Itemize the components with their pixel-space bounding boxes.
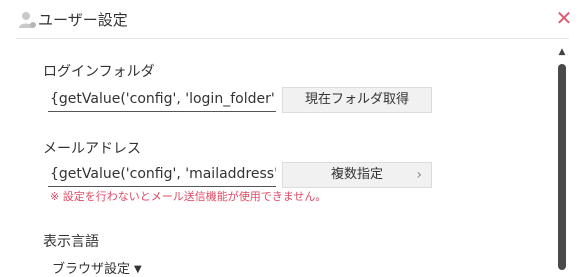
chevron-right-icon: › bbox=[416, 167, 422, 183]
dialog-title: ユーザー設定 bbox=[38, 11, 128, 29]
language-select[interactable]: ブラウザ設定 ▼ bbox=[52, 258, 142, 277]
language-label: 表示言語 bbox=[43, 234, 99, 250]
scrollbar-thumb[interactable] bbox=[558, 64, 566, 270]
mail-warning-text: ※ 設定を行わないとメール送信機能が使用できません。 bbox=[50, 190, 327, 203]
login-folder-input[interactable]: {getValue('config', 'login_folder'} bbox=[48, 88, 276, 112]
multiple-addresses-button[interactable]: 複数指定 › bbox=[282, 162, 432, 188]
mail-address-input[interactable]: {getValue('config', 'mailaddress'} bbox=[48, 163, 276, 187]
mail-address-label: メールアドレス bbox=[43, 141, 141, 157]
get-current-folder-button[interactable]: 現在フォルダ取得 bbox=[282, 87, 432, 113]
user-settings-icon bbox=[18, 10, 38, 30]
scroll-up-arrow[interactable]: ▲ bbox=[557, 47, 567, 57]
multiple-addresses-label: 複数指定 bbox=[330, 167, 383, 182]
title-divider bbox=[16, 38, 569, 39]
login-folder-label: ログインフォルダ bbox=[43, 64, 155, 80]
dialog-titlebar: ユーザー設定 ✕ bbox=[0, 0, 587, 38]
close-icon[interactable]: ✕ bbox=[554, 7, 574, 29]
